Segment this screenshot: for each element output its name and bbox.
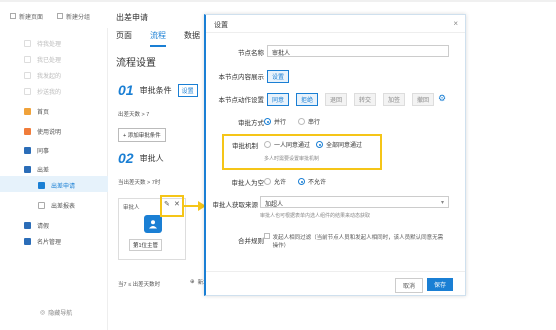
section-title: 流程设置 (116, 58, 156, 69)
doc-icon (24, 39, 31, 47)
set-condition-button[interactable]: 设置 (177, 83, 198, 97)
doc-icon (24, 87, 31, 95)
action-withdraw[interactable]: 撤回 (412, 93, 435, 106)
dialog-footer: 取消 保存 (206, 271, 465, 295)
doc-icon (24, 55, 31, 63)
node-name-input[interactable]: 审批人 (267, 45, 449, 57)
empty-allow-radio[interactable]: 允许 (264, 177, 286, 186)
empty-deny-radio[interactable]: 不允许 (298, 177, 326, 186)
radio-dot (264, 118, 271, 125)
tab-flow[interactable]: 流程 (150, 30, 166, 47)
form-icon (38, 181, 45, 189)
action-return[interactable]: 退回 (325, 93, 348, 106)
tabs: 页面 流程 数据 (116, 30, 200, 47)
method-parallel-radio[interactable]: 并行 (264, 117, 286, 126)
add-condition-button[interactable]: + 添加审批条件 (118, 128, 166, 142)
checkbox-box (264, 233, 270, 239)
step-label: 审批人 (139, 153, 164, 163)
hide-nav-button[interactable]: ◎ 隐藏导航 (40, 308, 72, 317)
mechanism-all-radio[interactable]: 全部同意通过 (316, 140, 362, 149)
display-label: 本节点内容展示 (218, 74, 265, 81)
sidebar-item-trip-apply[interactable]: 出差申请 (38, 178, 75, 192)
plus-icon: ⊕ (190, 279, 195, 285)
source-label: 审批人获取来源 (212, 202, 259, 209)
radio-dot (316, 141, 323, 148)
source-hint: 审批人也可根据表单内选人组件的结果来动态获取 (260, 213, 371, 219)
page-title: 出差申请 (116, 13, 148, 22)
edit-icon[interactable]: ✎ (164, 200, 170, 208)
sidebar-item-trip-report[interactable]: 出差报表 (38, 198, 75, 212)
approver-condition-text: 当出差天数 > 7时 (118, 180, 161, 186)
guide-icon (24, 127, 31, 135)
folder-icon (24, 237, 31, 245)
dialog-title: 设置 (214, 22, 228, 29)
method-serial-radio[interactable]: 串行 (298, 117, 320, 126)
sidebar-item-guide[interactable]: 使用说明 (24, 124, 61, 138)
condition-text: 出差天数 > 7 (118, 112, 150, 118)
sidebar-item-leave[interactable]: 请假 (24, 218, 49, 232)
sidebar-item-todo[interactable]: 待我处理 (24, 36, 61, 50)
chevron-down-icon: ▾ (440, 200, 444, 206)
radio-dot (264, 141, 271, 148)
folder-icon (57, 13, 64, 19)
doc-icon (24, 71, 31, 79)
display-set-button[interactable]: 设置 (267, 70, 290, 83)
tab-data[interactable]: 数据 (184, 30, 200, 47)
home-icon (24, 107, 31, 115)
empty-label: 审批人为空 (231, 180, 265, 187)
sidebar-item-home[interactable]: 首页 (24, 104, 49, 118)
action-transfer[interactable]: 转交 (354, 93, 377, 106)
mechanism-label: 审批机制 (232, 143, 258, 150)
page-icon (10, 13, 16, 19)
step-label: 审批条件 (139, 85, 172, 95)
action-reject[interactable]: 拒绝 (296, 93, 319, 106)
settings-dialog: 设置 × 节点名称 审批人 本节点内容展示 设置 本节点动作设置 同意 拒绝 退… (204, 14, 466, 296)
step-number: 02 (118, 150, 134, 166)
folder-icon (24, 221, 31, 229)
save-button[interactable]: 保存 (426, 278, 453, 291)
cancel-button[interactable]: 取消 (394, 278, 423, 293)
new-page-button[interactable]: 新建页面 (10, 12, 43, 21)
sidebar-item-cards[interactable]: 名片管理 (24, 234, 61, 248)
topbar: 新建页面 新建分组 (10, 6, 110, 26)
condition-footer-text: 当7 ≤ 出差天数时 (118, 282, 161, 288)
action-agree[interactable]: 同意 (267, 93, 290, 106)
tab-page[interactable]: 页面 (116, 30, 132, 47)
step-conditions: 01 审批条件 设置 (118, 82, 198, 98)
user-icon (144, 215, 162, 233)
sidebar-item-cc[interactable]: 抄送我的 (24, 84, 61, 98)
report-icon (38, 201, 45, 209)
merge-label: 合并规则 (238, 238, 264, 245)
app-window: 新建页面 新建分组 待我处理 我已处理 我发起的 抄送我的 首页 使用说明 同事… (0, 0, 556, 330)
method-label: 审批方式 (238, 120, 264, 127)
actions-label: 本节点动作设置 (218, 97, 265, 104)
delete-icon[interactable]: ✕ (174, 200, 180, 208)
close-icon[interactable]: × (453, 19, 458, 28)
sidebar-item-trip[interactable]: 出差 (24, 162, 49, 176)
action-add-sign[interactable]: 加签 (383, 93, 406, 106)
dialog-header: 设置 × (206, 15, 465, 33)
mechanism-hint: 多人时需要设置审批机制 (264, 156, 320, 162)
folder-icon (24, 165, 31, 173)
step-approver: 02 审批人 (118, 150, 164, 166)
new-group-button[interactable]: 新建分组 (57, 12, 90, 21)
approver-level: 第1位主管 (129, 239, 163, 251)
radio-dot (298, 118, 305, 125)
top-border (0, 0, 556, 2)
mechanism-any-radio[interactable]: 一人同意通过 (264, 140, 310, 149)
sidebar-item-colleague[interactable]: 同事 (24, 143, 49, 157)
sidebar-item-initiated[interactable]: 我发起的 (24, 68, 61, 82)
hide-nav-icon: ◎ (40, 310, 46, 316)
source-select[interactable]: 加超人 ▾ (260, 196, 449, 208)
merge-checkbox[interactable]: 发起人相同过滤（当前节点人员和发起人相同时，该人员默认同意无需操作） (264, 233, 444, 249)
card-title: 审批人 (123, 205, 140, 211)
sidebar-item-done[interactable]: 我已处理 (24, 52, 61, 66)
folder-icon (24, 146, 31, 154)
radio-dot (298, 178, 305, 185)
node-name-label: 节点名称 (238, 50, 264, 57)
radio-dot (264, 178, 271, 185)
gear-icon[interactable]: ⚙ (438, 93, 446, 104)
step-number: 01 (118, 82, 134, 98)
